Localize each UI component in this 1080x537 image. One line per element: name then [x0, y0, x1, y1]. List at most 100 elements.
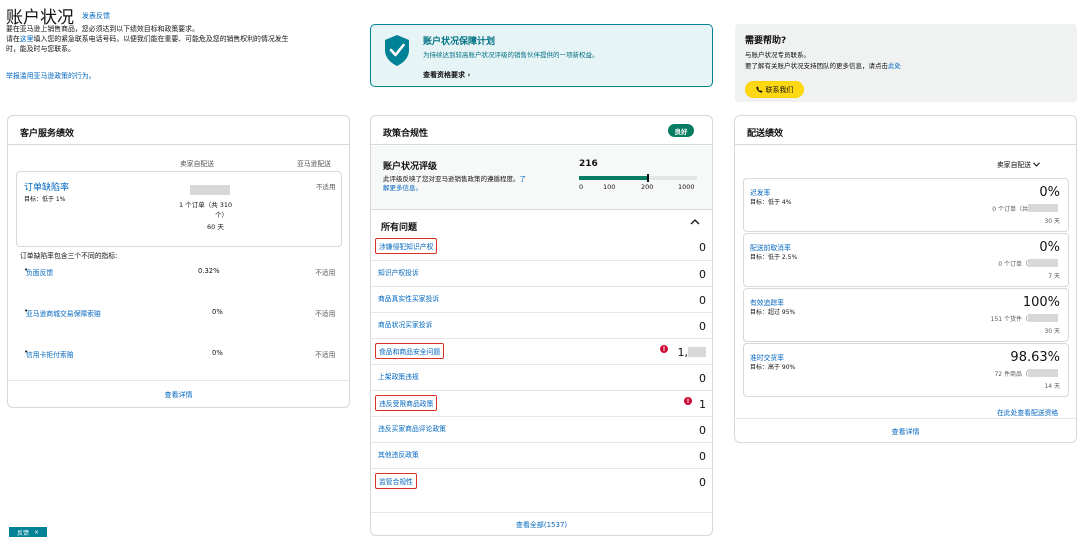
contact-us-label: 联系我们 [765, 85, 794, 94]
issue-count: 0 [699, 268, 706, 281]
issue-label[interactable]: 违反受限商品政策 [375, 395, 438, 411]
metric-value: 0% [1039, 185, 1060, 200]
intro-line-2: 请在这里填入您的紧急联系电话号码，以便我们能在重要、可能危及您的销售权利的情况发… [6, 35, 351, 45]
intro-suffix: 填入您的紧急联系电话号码，以便我们能在重要、可能危及您的销售权利的情况发生 [33, 35, 289, 43]
redacted-value [688, 347, 706, 357]
shipping-performance-card: 配送绩效 卖家自配送 迟发率 目标：低于 4% 0% 0 个订单（共 30 天 … [734, 115, 1077, 443]
intro-line-3: 时，能及时与您联系。 [6, 45, 75, 53]
metric-detail: 0 个订单（ [998, 261, 1028, 268]
view-details-link[interactable]: 查看详情 [892, 428, 920, 436]
issue-label[interactable]: 上架政策违规 [375, 369, 422, 383]
issue-count: 1 [699, 398, 706, 411]
metric-days: 7 天 [1048, 273, 1060, 280]
metric-target: 目标：低于 4% [750, 199, 792, 206]
redacted-value [1028, 314, 1058, 322]
issue-count: 0 [699, 450, 706, 463]
metric-value: 100% [1022, 295, 1060, 310]
policy-compliance-card: 政策合规性 良好 账户状况评级 此评级反映了您对亚马逊销售政策的遵循程度。了解更… [370, 115, 713, 536]
help-here-link[interactable]: 此处 [888, 62, 901, 70]
ahr-description: 此评级反映了您对亚马逊销售政策的遵循程度。了解更多信息。 [383, 175, 568, 193]
redacted-value [1028, 259, 1058, 267]
metric-value: 0% [1039, 240, 1060, 255]
odr-link[interactable]: 订单缺陷率 [24, 180, 69, 193]
issue-label[interactable]: 监管合规性 [375, 473, 417, 489]
issue-row[interactable]: 知识产权投诉 0 [371, 260, 712, 286]
issue-label[interactable]: 违反买家商品评论政策 [375, 421, 449, 435]
metric-days: 30 天 [1044, 328, 1060, 335]
gauge-marker [647, 174, 649, 182]
issue-label[interactable]: 商品状况买家投诉 [375, 317, 435, 331]
odr-detail-2: 个） [215, 211, 228, 219]
issue-count: 1, [677, 346, 689, 359]
phone-icon [755, 86, 763, 93]
metric-link[interactable]: 准时交货率 [750, 352, 784, 362]
view-details-link[interactable]: 查看详情 [165, 391, 193, 399]
issue-row[interactable]: 商品真实性买家投诉 0 [371, 286, 712, 312]
help-line-2-text: 要了解有关账户状况支持团队的更多信息，请点击 [745, 62, 888, 70]
metric-amazon-value: 不适用 [315, 269, 336, 277]
issue-label[interactable]: 食品和商品安全问题 [375, 343, 445, 359]
issue-row[interactable]: 涉嫌侵犯知识产权 0 [371, 234, 712, 260]
issue-row[interactable]: 违反受限商品政策 ! 1 [371, 390, 712, 416]
help-line-2: 要了解有关账户状况支持团队的更多信息，请点击此处 [745, 60, 901, 70]
view-shipping-eligibility-link[interactable]: 在此处查看配送资格 [997, 407, 1058, 417]
feedback-link[interactable]: 发表反馈 [82, 11, 110, 21]
ahr-title: 账户状况评级 [383, 162, 438, 172]
contact-us-button[interactable]: 联系我们 [745, 81, 804, 98]
issue-row[interactable]: 商品状况买家投诉 0 [371, 312, 712, 338]
status-badge: 良好 [668, 124, 694, 137]
odr-box: 订单缺陷率 目标：低于 1% 1 个订单（共 310 个） 60 天 不适用 [16, 171, 342, 247]
odr-detail: 1 个订单（共 310 [179, 201, 233, 209]
odr-days: 60 天 [207, 223, 224, 231]
feedback-tab-label: 反馈 [16, 529, 29, 537]
issue-label[interactable]: 知识产权投诉 [375, 265, 422, 279]
chevron-down-icon [1033, 162, 1041, 167]
help-title: 需要帮助? [745, 36, 787, 46]
metric-target: 目标：低于 2.5% [750, 254, 798, 261]
help-panel: 需要帮助? 与账户状况专员联系。 要了解有关账户状况支持团队的更多信息，请点击此… [735, 24, 1077, 102]
close-icon[interactable]: × [34, 529, 39, 536]
policy-title: 政策合规性 [383, 129, 429, 139]
view-all-issues-link[interactable]: 查看全部(1537) [516, 521, 567, 529]
metric-valid-tracking: 有效追踪率 目标：超过 95% 100% 151 个货件（ 30 天 [743, 288, 1069, 342]
ahr-description-text: 此评级反映了您对亚马逊销售政策的遵循程度。 [383, 175, 520, 183]
issue-row[interactable]: 监管合规性 0 [371, 468, 712, 494]
metric-link[interactable]: 配送前取消率 [750, 242, 791, 252]
fulfillment-dropdown[interactable]: 卖家自配送 [997, 159, 1041, 169]
odr-amazon-value: 不适用 [316, 183, 336, 191]
issue-label[interactable]: 涉嫌侵犯知识产权 [375, 238, 438, 254]
metric-link[interactable]: 迟发率 [750, 187, 770, 197]
metric-negative-feedback[interactable]: 负面反馈 [26, 267, 53, 277]
metrics-intro: 订单缺陷率包含三个不同的指标: [20, 252, 118, 260]
metric-target: 目标：超过 95% [750, 309, 796, 316]
view-eligibility-label: 查看资格要求 [423, 71, 465, 79]
metric-a-to-z-claims[interactable]: 亚马逊商城交易保障索赔 [26, 308, 101, 318]
column-amazon-fulfilled: 亚马逊配送 [297, 160, 331, 168]
redacted-value [1028, 369, 1058, 377]
protection-program-banner: 账户状况保障计划 为持续达到较高账户状况评级的销售伙伴提供的一项新权益。 查看资… [370, 24, 713, 87]
issue-label[interactable]: 其他违反政策 [375, 447, 422, 461]
protection-description: 为持续达到较高账户状况评级的销售伙伴提供的一项新权益。 [423, 51, 599, 59]
ahr-learn-more-link-2[interactable]: 解更多信息。 [383, 184, 422, 192]
issue-row[interactable]: 上架政策违规 0 [371, 364, 712, 390]
redacted-value [1028, 204, 1058, 212]
issue-row[interactable]: 食品和商品安全问题 ! 1, [371, 338, 712, 364]
metric-link[interactable]: 有效追踪率 [750, 297, 784, 307]
issue-row[interactable]: 其他违反政策 0 [371, 442, 712, 468]
intro-prefix: 请在 [6, 35, 20, 43]
card-footer: 查看详情 [8, 380, 349, 407]
issue-row[interactable]: 违反买家商品评论政策 0 [371, 416, 712, 442]
shield-check-icon [385, 35, 409, 66]
metric-chargeback-claims[interactable]: 信用卡拒付索赔 [26, 349, 74, 359]
chevron-up-icon[interactable] [690, 218, 700, 229]
report-abuse-link[interactable]: 举报滥用亚马逊政策的行为。 [6, 70, 96, 80]
emergency-contact-link[interactable]: 这里 [20, 35, 34, 43]
issue-count: 0 [699, 476, 706, 489]
issue-label[interactable]: 商品真实性买家投诉 [375, 291, 442, 305]
feedback-tab[interactable]: 反馈 × [9, 527, 47, 537]
ahr-learn-more-link[interactable]: 了 [520, 175, 527, 183]
metric-detail: 0 个订单（共 [992, 206, 1028, 213]
warning-icon: ! [684, 397, 692, 405]
view-eligibility-link[interactable]: 查看资格要求 › [423, 70, 470, 80]
issue-count: 0 [699, 372, 706, 385]
